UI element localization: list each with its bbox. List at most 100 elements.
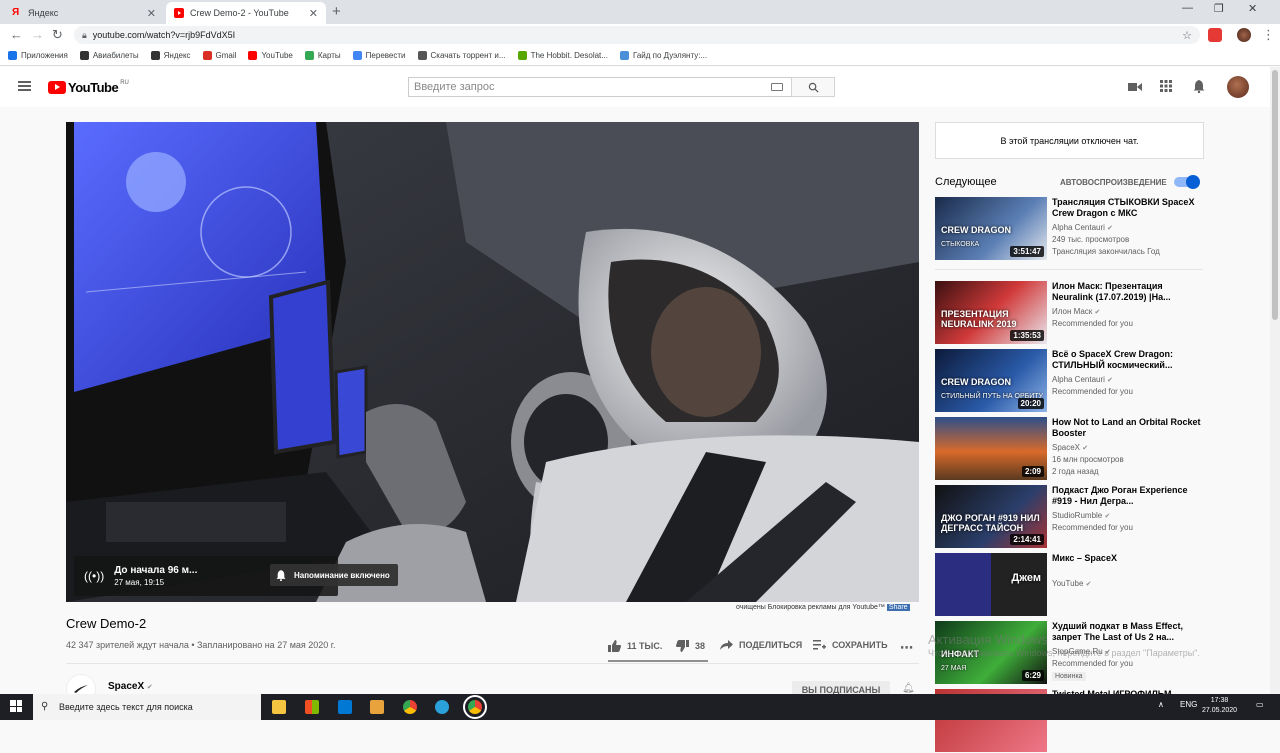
bookmark-item[interactable]: Карты bbox=[304, 51, 341, 60]
menu-icon[interactable] bbox=[18, 81, 31, 91]
recommended-video[interactable]: ДЖО РОГАН #919 НИЛ ДЕГРАСС ТАЙСОН 2:14:41… bbox=[935, 485, 1203, 549]
recommended-video[interactable]: Джем Микс – SpaceX YouTube ✔ bbox=[935, 553, 1203, 617]
keyboard-language[interactable]: ENG bbox=[1180, 700, 1197, 709]
recommended-video[interactable]: CREW DRAGON СТИЛЬНЫЙ ПУТЬ НА ОРБИТУ 20:20 В… bbox=[935, 349, 1203, 413]
channel-text: StudioRumble bbox=[1052, 511, 1103, 520]
adblock-share-button[interactable]: Share bbox=[886, 604, 910, 611]
recommended-title[interactable]: Илон Маск: Презентация Neuralink (17.07.… bbox=[1052, 281, 1202, 303]
tab-youtube[interactable]: Crew Demo-2 - YouTube ✕ bbox=[166, 2, 326, 24]
recommended-title[interactable]: Худший подкат в Mass Effect, запрет The … bbox=[1052, 621, 1202, 643]
media-player-icon[interactable] bbox=[370, 700, 384, 714]
like-button[interactable]: 11 ТЫС. bbox=[608, 640, 662, 652]
verified-icon: ✔ bbox=[1085, 581, 1092, 588]
recommended-title[interactable]: How Not to Land an Orbital Rocket Booste… bbox=[1052, 417, 1202, 439]
recommended-channel[interactable]: StudioRumble ✔ bbox=[1052, 511, 1110, 520]
recommended-channel[interactable]: YouTube ✔ bbox=[1052, 579, 1092, 588]
bookmark-item[interactable]: Перевести bbox=[352, 51, 406, 60]
bookmark-item[interactable]: The Hobbit. Desolat... bbox=[517, 51, 608, 60]
menu-dots-icon[interactable]: ⋮ bbox=[1262, 27, 1275, 43]
recommended-channel[interactable]: Alpha Centauri ✔ bbox=[1052, 223, 1113, 232]
window-close-icon[interactable]: ✕ bbox=[1248, 2, 1257, 15]
reload-icon[interactable]: ↻ bbox=[52, 27, 63, 43]
keyboard-icon[interactable] bbox=[771, 83, 783, 91]
bookmark-favicon-icon bbox=[352, 51, 362, 60]
youtube-logo[interactable]: YouTube RU bbox=[48, 80, 129, 95]
recommended-video[interactable]: 2:09 How Not to Land an Orbital Rocket Bo… bbox=[935, 417, 1203, 481]
windows-start-icon[interactable] bbox=[10, 700, 22, 712]
action-center-icon[interactable]: ▭ bbox=[1256, 700, 1264, 709]
share-button[interactable]: ПОДЕЛИТЬСЯ bbox=[720, 640, 802, 650]
chat-disabled-text: В этой трансляции отключен чат. bbox=[1000, 135, 1139, 146]
video-thumbnail[interactable]: Джем bbox=[935, 553, 1047, 616]
file-explorer-icon[interactable] bbox=[272, 700, 286, 714]
bookmark-item[interactable]: Авиабилеты bbox=[79, 51, 139, 60]
bookmark-item[interactable]: Приложения bbox=[8, 51, 68, 60]
video-title: Crew Demo-2 bbox=[66, 616, 147, 631]
meta-text: Новинка bbox=[1052, 672, 1086, 681]
channel-text: Alpha Centauri bbox=[1052, 375, 1105, 384]
video-thumbnail[interactable]: CREW DRAGON СТЫКОВКА 3:51:47 bbox=[935, 197, 1047, 260]
restore-icon[interactable]: ❐ bbox=[1214, 2, 1224, 15]
bookmark-item[interactable]: Гайд по Дуэлянту:... bbox=[619, 51, 707, 60]
video-thumbnail[interactable]: 2:09 bbox=[935, 417, 1047, 480]
taskbar-search[interactable]: ⚲ Введите здесь текст для поиска bbox=[33, 694, 261, 720]
tray-chevron-icon[interactable]: ∧ bbox=[1158, 700, 1164, 709]
notification-bell-icon[interactable]: 🔔︎ bbox=[902, 683, 915, 694]
back-icon[interactable]: ← bbox=[10, 27, 23, 42]
search-button[interactable] bbox=[791, 77, 835, 97]
chrome-icon[interactable] bbox=[403, 700, 417, 714]
store-icon[interactable] bbox=[305, 700, 319, 714]
clock[interactable]: 17:38 27.05.2020 bbox=[1202, 696, 1237, 716]
video-thumbnail[interactable]: ПРЕЗЕНТАЦИЯ NEURALINK 2019 1:35:53 bbox=[935, 281, 1047, 344]
bookmark-item[interactable]: YouTube bbox=[248, 51, 293, 60]
search-box[interactable] bbox=[408, 77, 792, 97]
bookmark-star-icon[interactable]: ☆ bbox=[1182, 29, 1192, 42]
recommended-title[interactable]: Микс – SpaceX bbox=[1052, 553, 1202, 564]
search-input[interactable] bbox=[414, 81, 754, 93]
create-video-icon[interactable] bbox=[1128, 80, 1142, 95]
dislike-button[interactable]: 38 bbox=[676, 640, 705, 652]
chrome-active-icon[interactable] bbox=[463, 695, 487, 719]
recommended-channel[interactable]: Илон Маск ✔ bbox=[1052, 307, 1100, 316]
autoplay-toggle[interactable] bbox=[1174, 175, 1200, 189]
user-avatar[interactable] bbox=[1227, 76, 1249, 98]
recommended-title[interactable]: Трансляция СТЫКОВКИ SpaceX Crew Dragon с… bbox=[1052, 197, 1202, 219]
recommended-video[interactable]: ПРЕЗЕНТАЦИЯ NEURALINK 2019 1:35:53 Илон Ма… bbox=[935, 281, 1203, 345]
recommended-title[interactable]: Всё о SpaceX Crew Dragon: СТИЛЬНЫЙ косми… bbox=[1052, 349, 1202, 371]
recommended-video[interactable]: CREW DRAGON СТЫКОВКА 3:51:47 Трансляция СТЫ… bbox=[935, 197, 1203, 270]
reminder-button[interactable]: Напоминание включено bbox=[270, 564, 398, 586]
bookmark-favicon-icon bbox=[8, 51, 17, 60]
scrollbar-thumb[interactable] bbox=[1272, 70, 1278, 320]
bookmark-item[interactable]: Gmail bbox=[202, 51, 236, 60]
new-tab-icon[interactable]: + bbox=[332, 3, 341, 20]
share-arrow-icon bbox=[720, 640, 733, 650]
recommended-channel[interactable]: Alpha Centauri ✔ bbox=[1052, 375, 1113, 384]
apps-grid-icon[interactable] bbox=[1160, 80, 1172, 95]
recommended-title[interactable]: Подкаст Джо Роган Experience #919 - Нил … bbox=[1052, 485, 1202, 507]
bookmark-item[interactable]: Скачать торрент и... bbox=[417, 51, 506, 60]
recommended-meta: 249 тыс. просмотров bbox=[1052, 235, 1130, 244]
mail-icon[interactable] bbox=[338, 700, 352, 714]
extension-icon[interactable] bbox=[1208, 28, 1222, 42]
video-thumbnail[interactable]: CREW DRAGON СТИЛЬНЫЙ ПУТЬ НА ОРБИТУ 20:20 bbox=[935, 349, 1047, 412]
more-actions-icon[interactable]: ⋯ bbox=[900, 640, 913, 656]
close-icon[interactable]: ✕ bbox=[147, 7, 156, 20]
bookmark-item[interactable]: Яндекс bbox=[150, 51, 191, 60]
forward-icon[interactable]: → bbox=[31, 27, 44, 42]
bookmarks-bar: Приложения Авиабилеты Яндекс Gmail YouTube Ка… bbox=[0, 46, 1280, 66]
profile-avatar[interactable] bbox=[1237, 28, 1251, 42]
telegram-icon[interactable] bbox=[435, 700, 449, 714]
video-thumbnail[interactable]: ДЖО РОГАН #919 НИЛ ДЕГРАСС ТАЙСОН 2:14:41 bbox=[935, 485, 1047, 548]
close-icon[interactable]: ✕ bbox=[309, 7, 318, 20]
minimize-icon[interactable]: — bbox=[1182, 2, 1193, 14]
video-duration: 6:29 bbox=[1021, 670, 1044, 681]
thumbnail-caption: CREW DRAGON bbox=[941, 225, 1011, 235]
address-bar[interactable]: 🔒︎ youtube.com/watch?v=rjb9FdVdX5I ☆ bbox=[74, 26, 1200, 44]
tab-yandex[interactable]: Я Яндекс ✕ bbox=[4, 2, 164, 24]
url-text: youtube.com/watch?v=rjb9FdVdX5I bbox=[92, 30, 236, 40]
recommended-channel[interactable]: SpaceX ✔ bbox=[1052, 443, 1088, 452]
save-button[interactable]: СОХРАНИТЬ bbox=[813, 640, 888, 650]
channel-name[interactable]: SpaceX ✔ bbox=[108, 681, 153, 692]
video-player[interactable]: ((•)) До начала 96 м... 27 мая, 19:15 На… bbox=[66, 122, 919, 602]
notifications-bell-icon[interactable] bbox=[1193, 80, 1205, 96]
